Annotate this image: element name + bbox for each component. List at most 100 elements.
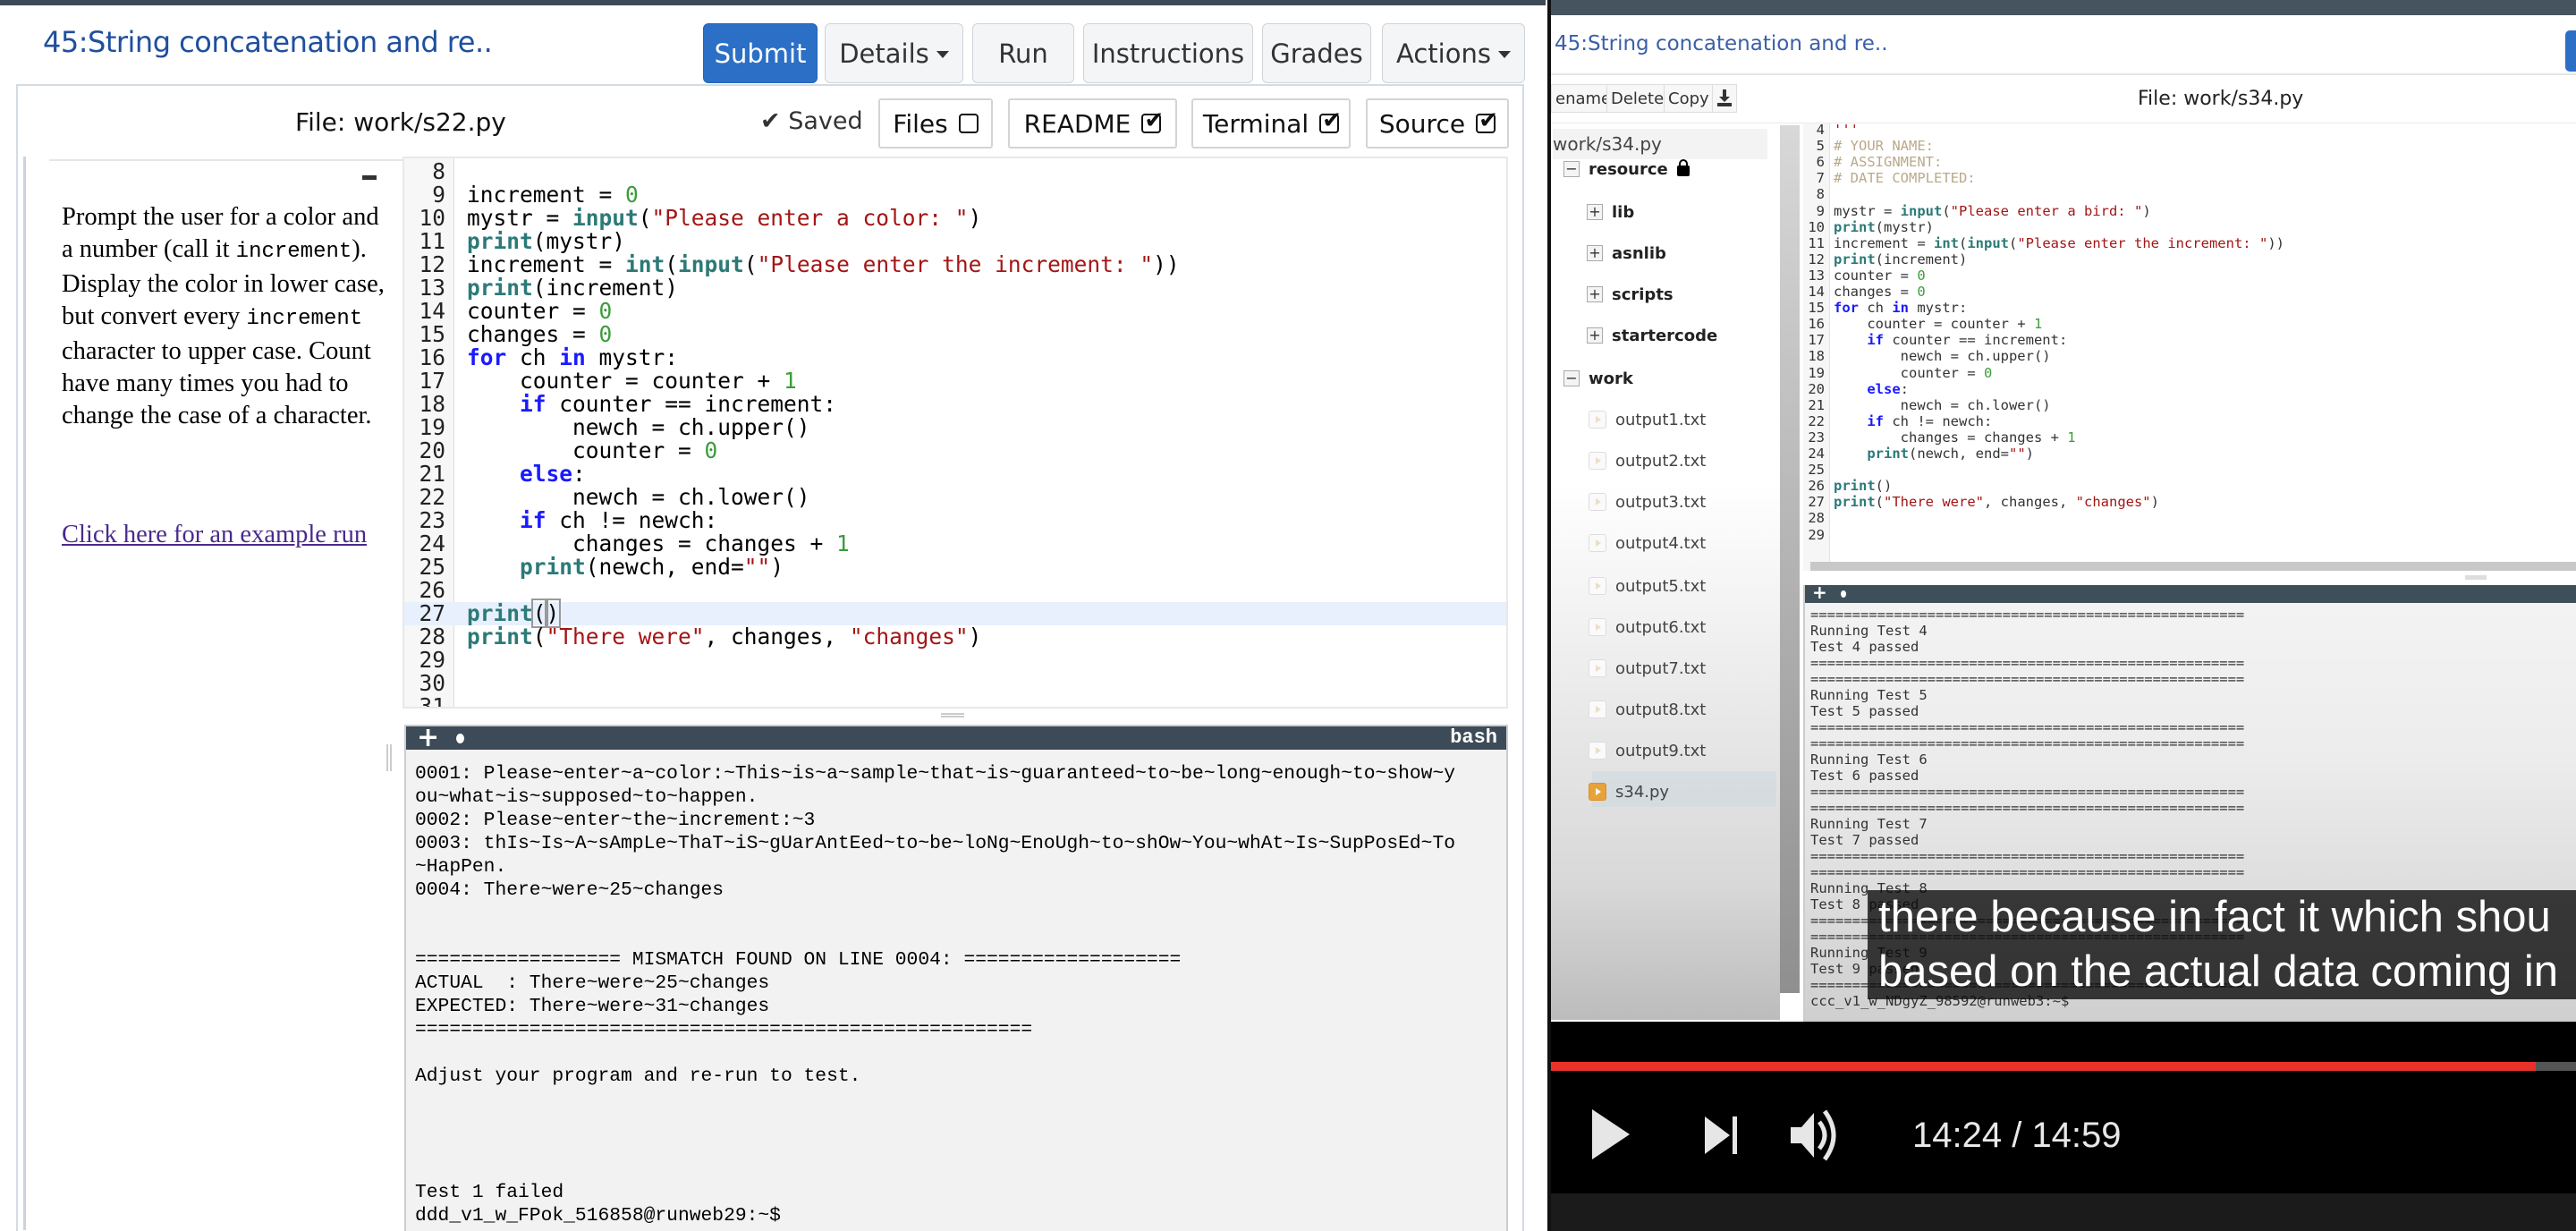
code-line[interactable]: 17 counter = counter + 1 — [404, 369, 1506, 393]
resize-handle[interactable] — [941, 713, 964, 717]
code-line[interactable]: 21 else: — [404, 463, 1506, 486]
file-icon — [1589, 411, 1606, 429]
code-text: print(increment) — [1834, 250, 1968, 267]
line-number: 26 — [1808, 478, 1825, 495]
progress-bar[interactable] — [1551, 1062, 2537, 1071]
video-terminal-line: ========================================… — [1810, 864, 2245, 880]
file-icon — [1589, 659, 1606, 677]
code-line[interactable]: 15 changes = 0 — [404, 323, 1506, 346]
video-editor-scrollbar — [1810, 562, 2576, 571]
toggle-terminal[interactable]: Terminal — [1191, 98, 1351, 149]
video-terminal-line: Running Test 6 — [1810, 751, 1928, 768]
code-text: print("There were", changes, "changes") — [1834, 494, 2159, 511]
code-line[interactable]: 27 print() — [404, 599, 1506, 628]
code-line[interactable]: 24 changes = changes + 1 — [404, 532, 1506, 556]
code-line[interactable]: 19 newch = ch.upper() — [404, 416, 1506, 439]
code-text: # ASSIGNMENT: — [1834, 154, 1943, 171]
line-number: 25 — [1808, 462, 1825, 479]
terminal-line: ~HapPen. — [415, 856, 507, 878]
code-text: counter = counter + 1 — [467, 368, 797, 394]
line-number: 17 — [1808, 332, 1825, 349]
line-number: 17 — [419, 368, 445, 394]
checkbox-unchecked-icon — [958, 114, 979, 133]
terminal-line: EXPECTED: There~were~31~changes — [415, 996, 770, 1017]
details-dropdown-button[interactable]: Details — [825, 23, 963, 83]
actions-label: Actions — [1396, 38, 1491, 69]
video-delete-button: Delete — [1606, 84, 1669, 113]
tree-item-label: asnlib — [1612, 243, 1666, 263]
code-text: increment = int(input("Please enter the … — [467, 251, 1180, 277]
code-line[interactable]: 26 — [404, 579, 1506, 602]
code-text: print(mystr) — [467, 228, 626, 254]
caption-line: based on the actual data coming in — [1878, 947, 2559, 996]
code-line[interactable]: 20 counter = 0 — [404, 439, 1506, 463]
video-terminal-line: Running Test 4 — [1810, 623, 1928, 639]
line-number: 10 — [1808, 218, 1825, 235]
side-resize-handle[interactable] — [386, 744, 392, 771]
example-run-link[interactable]: Click here for an example run — [62, 519, 393, 551]
toggle-files[interactable]: Files — [878, 98, 993, 149]
run-button[interactable]: Run — [972, 23, 1074, 83]
video-tree-item: output9.txt — [1589, 737, 1706, 764]
toggle-readme[interactable]: README — [1008, 98, 1177, 149]
line-number: 28 — [419, 624, 445, 649]
minimize-icon[interactable] — [362, 175, 377, 180]
code-line[interactable]: 23 if ch != newch: — [404, 509, 1506, 532]
code-line[interactable]: 18 if counter == increment: — [404, 393, 1506, 416]
caret-down-icon — [1497, 50, 1511, 58]
code-text: changes = changes + 1 — [1834, 429, 2076, 446]
toggle-source[interactable]: Source — [1366, 98, 1509, 149]
code-line[interactable]: 29 — [404, 649, 1506, 672]
code-text: if ch != newch: — [1867, 412, 1993, 429]
code-line[interactable]: 9 increment = 0 — [404, 183, 1506, 207]
terminal-line: ACTUAL : There~were~25~changes — [415, 972, 770, 994]
line-number: 23 — [419, 507, 445, 533]
code-editor[interactable]: 8 9 increment = 0 10 mystr = input("Please e… — [402, 157, 1508, 709]
code-line[interactable]: 28 print("There were", changes, "changes"… — [404, 625, 1506, 649]
submit-label: Submit — [714, 38, 807, 69]
code-line[interactable]: 25 print(newch, end="") — [404, 556, 1506, 579]
line-number: 16 — [1808, 316, 1825, 333]
video-terminal-line: ========================================… — [1810, 800, 2245, 816]
grades-button[interactable]: Grades — [1262, 23, 1371, 83]
code-line[interactable]: 10 mystr = input("Please enter a color: "… — [404, 207, 1506, 230]
play-icon[interactable] — [1590, 1108, 1631, 1166]
toggle-label: Files — [893, 108, 948, 139]
code-line[interactable]: 22 newch = ch.lower() — [404, 486, 1506, 509]
checkbox-checked-icon — [1476, 107, 1498, 134]
code-line[interactable]: 12 increment = int(input("Please enter th… — [404, 253, 1506, 276]
code-lines: 8 9 increment = 0 10 mystr = input("Please e… — [404, 160, 1506, 708]
code-line[interactable]: 11 print(mystr) — [404, 230, 1506, 253]
terminal-line: 0002: Please~enter~the~increment:~3 — [415, 810, 816, 831]
code-line[interactable]: 8 — [404, 160, 1506, 183]
collapse-icon: − — [1563, 161, 1580, 177]
video-file-title: File: work/s34.py — [2138, 88, 2304, 110]
submit-button[interactable]: Submit — [703, 23, 818, 83]
details-label: Details — [839, 38, 929, 69]
video-player[interactable]: 45:String concatenation and re.. ename D… — [1547, 0, 2576, 1231]
line-number: 15 — [1808, 300, 1825, 317]
code-line[interactable]: 13 print(increment) — [404, 276, 1506, 300]
next-icon[interactable] — [1703, 1115, 1741, 1160]
instructions-button[interactable]: Instructions — [1083, 23, 1253, 83]
actions-dropdown-button[interactable]: Actions — [1382, 23, 1525, 83]
line-number: 30 — [419, 670, 445, 696]
video-tree-item: output5.txt — [1589, 573, 1706, 599]
video-tree-item: + startercode — [1587, 322, 1717, 349]
line-number: 9 — [432, 182, 445, 208]
volume-icon[interactable] — [1787, 1108, 1841, 1167]
new-terminal-icon[interactable]: + — [417, 726, 439, 753]
code-line[interactable]: 16 for ch in mystr: — [404, 346, 1506, 369]
line-number: 23 — [1808, 429, 1825, 446]
line-number: 4 — [1816, 122, 1825, 138]
code-line[interactable]: 31 — [404, 695, 1506, 708]
code-line[interactable]: 14 counter = 0 — [404, 300, 1506, 323]
tree-item-label: lib — [1612, 202, 1635, 222]
toggle-label: Terminal — [1202, 108, 1309, 139]
code-line[interactable]: 30 — [404, 672, 1506, 695]
readme-panel: Prompt the user for a color and a number… — [23, 157, 407, 1230]
terminal-panel[interactable]: + bash 0001: Please~enter~a~color:~This~… — [404, 725, 1508, 1231]
